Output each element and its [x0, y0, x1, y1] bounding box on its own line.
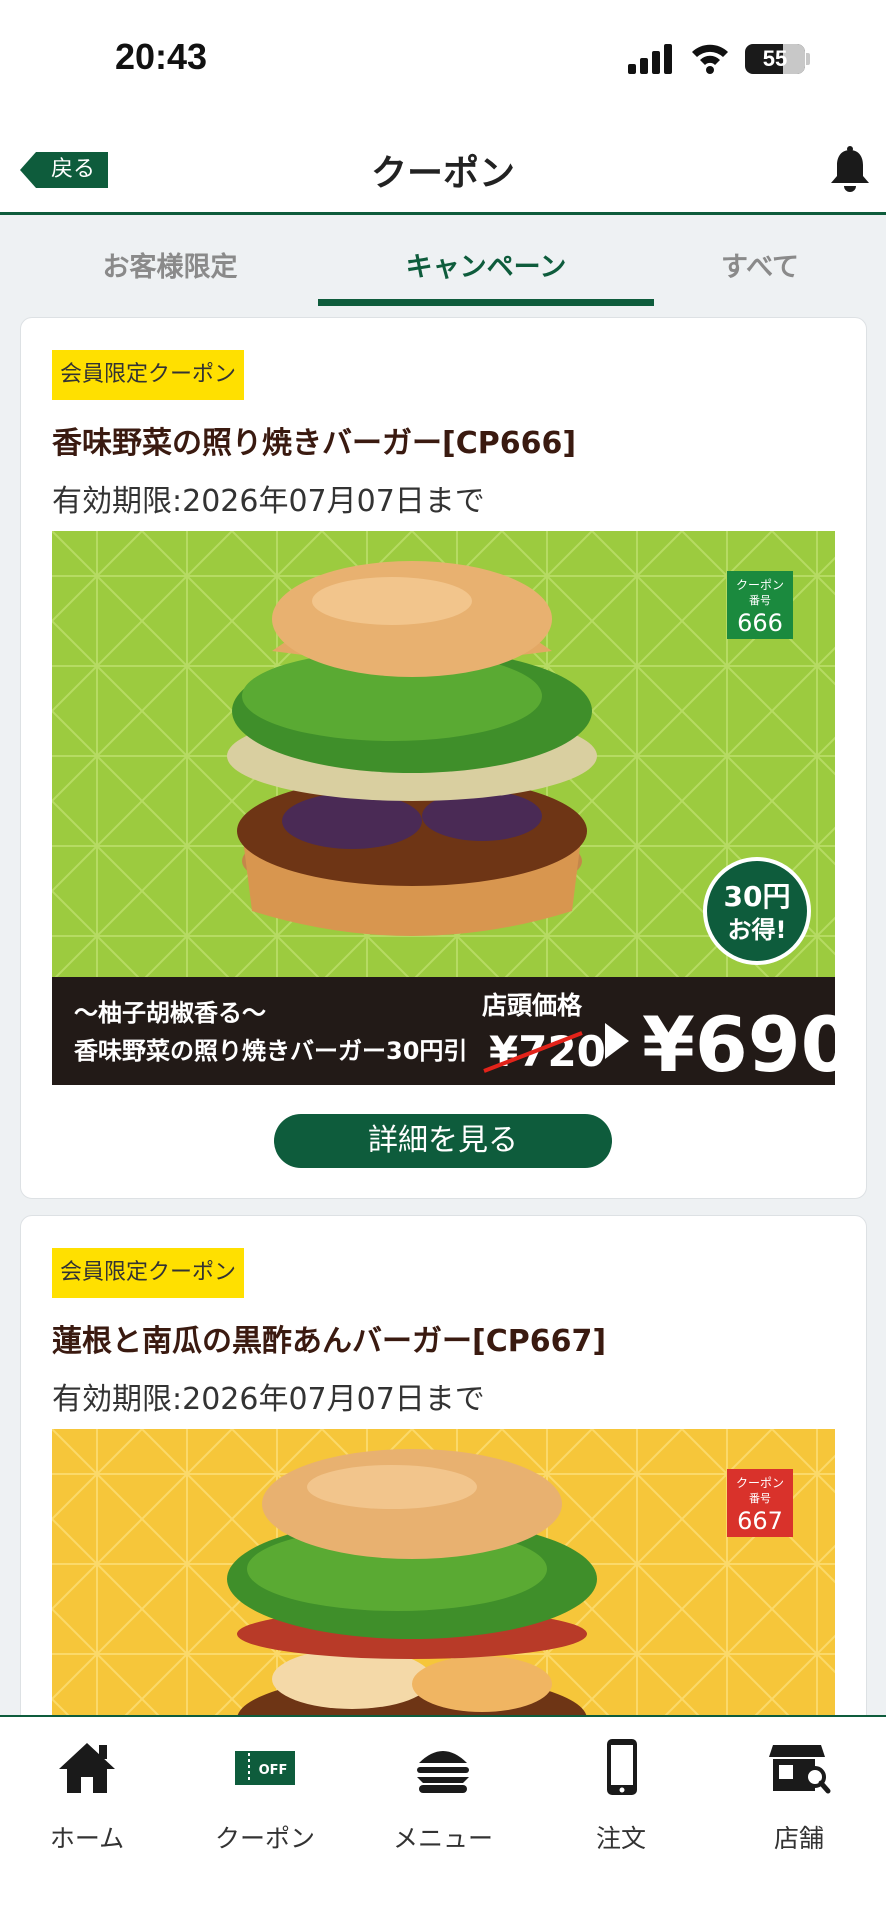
coupon-tag-line2: 番号: [749, 594, 771, 607]
coupon-card: 会員限定クーポン 蓮根と南瓜の黒酢あんバーガー[CP667] 有効期限:2026…: [20, 1215, 867, 1715]
tabbar-item-order[interactable]: 注文: [536, 1737, 706, 1855]
tab-campaign[interactable]: キャンペーン: [318, 245, 654, 284]
coupon-title: 香味野菜の照り焼きバーガー[CP666]: [52, 426, 577, 461]
nav-bar: 戻る クーポン: [0, 120, 886, 215]
coupon-tag-line1: クーポン: [736, 1476, 784, 1490]
battery-level: 55: [762, 46, 788, 71]
tabbar-label: 店舗: [773, 1824, 824, 1853]
status-bar: 20:43 55: [0, 0, 886, 120]
segment-tabs: お客様限定 キャンペーン すべて: [0, 215, 886, 307]
coupon-icon-text: OFF: [259, 1763, 288, 1778]
tabbar-item-menu[interactable]: メニュー: [358, 1737, 528, 1855]
tabbar-label: 注文: [595, 1824, 646, 1853]
member-badge: 会員限定クーポン: [52, 1248, 245, 1298]
coupon-off-icon: OFF: [235, 1751, 295, 1785]
banner-caption-line1: ～柚子胡椒香る～: [74, 999, 266, 1027]
coupon-number: 667: [737, 1507, 783, 1535]
status-time: 20:43: [115, 36, 208, 77]
banner-caption-line2: 香味野菜の照り焼きバーガー30円引: [74, 1037, 467, 1065]
old-price: ¥720: [489, 1027, 606, 1076]
coupon-tag-line2: 番号: [749, 1492, 771, 1505]
burger-icon: [417, 1751, 469, 1793]
coupon-number: 666: [737, 609, 783, 637]
coupon-banner-image[interactable]: クーポン 番号 666 30円 お得! ～柚子胡椒香る～ 香味野菜の照り焼きバー…: [52, 531, 835, 1085]
view-details-button[interactable]: 詳細を見る: [274, 1114, 612, 1168]
store-price-label: 店頭価格: [482, 991, 583, 1020]
coupon-tag-line1: クーポン: [736, 578, 784, 592]
home-icon: [59, 1743, 115, 1793]
coupon-banner-image[interactable]: クーポン 番号 667: [52, 1429, 835, 1715]
coupon-expiry: 有効期限:2026年07月07日まで: [52, 1382, 485, 1417]
tabbar-item-coupon[interactable]: OFF クーポン: [180, 1737, 350, 1855]
saving-amount: 30円: [724, 880, 791, 913]
coupon-expiry: 有効期限:2026年07月07日まで: [52, 484, 485, 519]
member-badge: 会員限定クーポン: [52, 350, 245, 400]
coupon-card: 会員限定クーポン 香味野菜の照り焼きバーガー[CP666] 有効期限:2026年…: [20, 317, 867, 1199]
burger-banner-graphic: クーポン 番号 666 30円 お得! ～柚子胡椒香る～ 香味野菜の照り焼きバー…: [52, 531, 835, 1085]
content-area[interactable]: お客様限定 キャンペーン すべて 会員限定クーポン 香味野菜の照り焼きバーガー[…: [0, 215, 886, 1715]
tab-all[interactable]: すべて: [680, 245, 840, 284]
tabbar-item-home[interactable]: ホーム: [2, 1737, 172, 1855]
active-tab-indicator: [318, 299, 654, 306]
cellular-signal-icon: [628, 44, 672, 74]
bottom-tab-bar: ホーム OFF クーポン メニュー 注文 店舗: [0, 1715, 886, 1922]
new-price: ¥690: [642, 1000, 835, 1085]
tabbar-item-store[interactable]: 店舗: [714, 1737, 884, 1855]
bell-icon[interactable]: [828, 146, 872, 194]
saving-label: お得!: [728, 916, 787, 944]
store-search-icon: [769, 1745, 831, 1794]
coupon-title: 蓮根と南瓜の黒酢あんバーガー[CP667]: [52, 1324, 607, 1359]
battery-icon: 55: [745, 44, 805, 74]
smartphone-icon: [607, 1739, 637, 1795]
tab-customer-limited[interactable]: お客様限定: [60, 245, 280, 284]
burger-banner-graphic: クーポン 番号 667: [52, 1429, 835, 1715]
page-title: クーポン: [370, 153, 515, 194]
tabbar-label: メニュー: [392, 1824, 493, 1853]
tabbar-label: ホーム: [49, 1824, 125, 1853]
wifi-icon: [692, 44, 728, 74]
tabbar-label: クーポン: [214, 1824, 315, 1853]
